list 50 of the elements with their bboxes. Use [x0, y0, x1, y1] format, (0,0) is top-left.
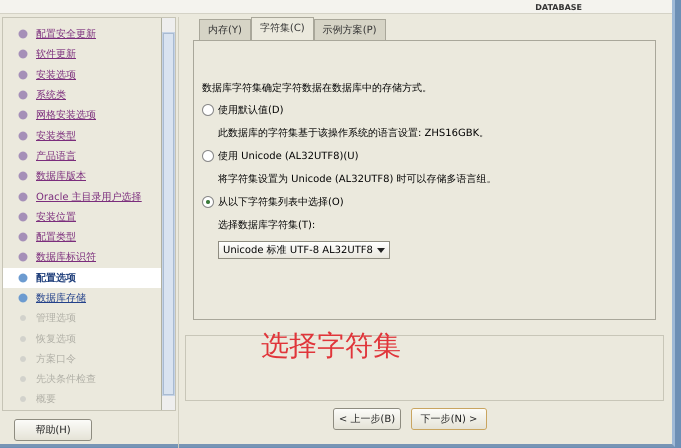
step-dot-icon [17, 210, 29, 223]
help-button[interactable]: 帮助(H) [14, 418, 92, 441]
description-text: 数据库字符集确定字符数据在数据库中的存储方式。 [202, 82, 433, 95]
option-label[interactable]: 使用 Unicode (AL32UTF8)(U) [218, 149, 359, 163]
step-link[interactable]: 数据库存储 [36, 291, 86, 305]
charset-dropdown[interactable]: Unicode 标准 UTF-8 AL32UTF8 [218, 241, 390, 259]
step-link[interactable]: 配置选项 [36, 270, 76, 285]
tab[interactable]: 示例方案(P) [314, 19, 386, 40]
step-dot-icon [17, 251, 29, 264]
radio-button[interactable] [202, 150, 214, 162]
step-link[interactable]: 数据库标识符 [36, 250, 96, 264]
step-dot-icon [17, 89, 29, 102]
tab[interactable]: 字符集(C) [250, 17, 314, 40]
option-note: 将字符集设置为 Unicode (AL32UTF8) 时可以存储多语言组。 [218, 172, 498, 186]
option-label[interactable]: 从以下字符集列表中选择(O) [218, 195, 344, 209]
field-label: 选择数据库字符集(T): [218, 218, 316, 232]
tab[interactable]: 内存(Y) [199, 19, 251, 40]
dropdown-value: Unicode 标准 UTF-8 AL32UTF8 [223, 244, 373, 257]
step-link[interactable]: Oracle 主目录用户选择 [36, 190, 142, 204]
step-link[interactable]: 产品语言 [36, 148, 76, 163]
step-dot-icon [17, 190, 29, 203]
step-dot-icon [17, 28, 29, 40]
option-note: 此数据库的字符集基于该操作系统的语言设置: ZHS16GBK。 [218, 126, 490, 140]
step-link[interactable]: 安装选项 [36, 68, 76, 82]
step-link[interactable]: 系统类 [36, 88, 66, 102]
scrollbar[interactable] [161, 18, 175, 410]
step-link[interactable]: 配置安全更新 [36, 27, 96, 42]
step-link[interactable]: 安装位置 [36, 210, 76, 224]
step-dot-icon [17, 68, 29, 81]
step-dot-icon [17, 130, 29, 142]
back-button[interactable]: < 上一步(B) [333, 408, 401, 430]
step-link[interactable]: 软件更新 [36, 47, 76, 62]
step-link[interactable]: 网格安装选项 [36, 108, 96, 122]
step-dot-icon [17, 231, 29, 244]
step-dot-icon [17, 48, 29, 60]
step-dot-icon [17, 109, 29, 122]
radio-button[interactable] [202, 104, 214, 116]
step-dot-icon [17, 272, 29, 284]
annotation-text: 选择字符集 [261, 328, 401, 364]
brand-text: DATABASE [535, 3, 582, 13]
next-button[interactable]: 下一步(N) > [411, 408, 487, 430]
caret-icon [377, 248, 385, 252]
radio-button[interactable] [202, 196, 214, 208]
step-dot-icon [17, 150, 29, 162]
step-dot-icon [17, 292, 29, 304]
step-link[interactable]: 数据库版本 [36, 169, 86, 184]
step-dot-icon [17, 170, 29, 182]
step-link[interactable]: 安装类型 [36, 128, 76, 143]
step-link[interactable]: 配置类型 [36, 230, 76, 244]
option-label[interactable]: 使用默认值(D) [218, 103, 284, 117]
